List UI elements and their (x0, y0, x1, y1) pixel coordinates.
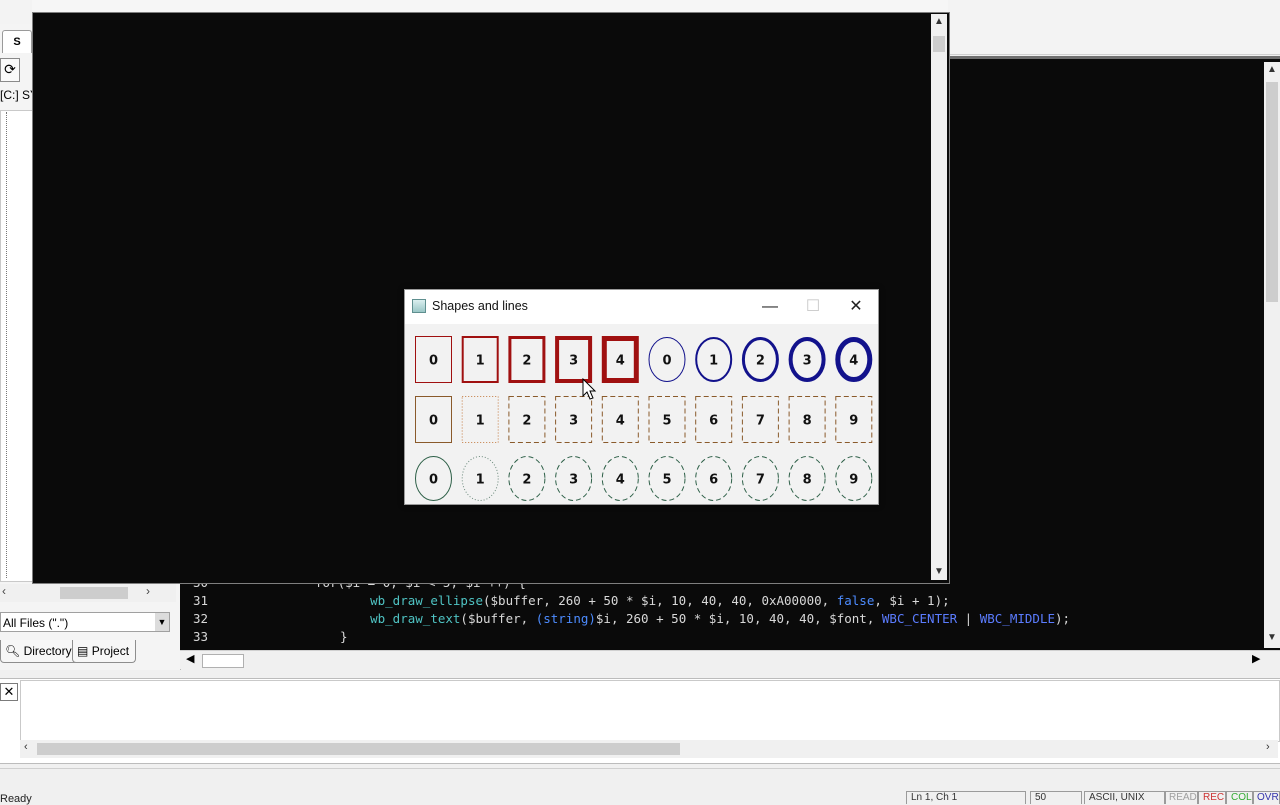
tree-guide-line (6, 112, 7, 578)
shape-number-label: 4 (616, 354, 625, 369)
shape-number-label: 9 (849, 473, 858, 488)
shape-number-label: 7 (756, 414, 765, 429)
shape-number-label: 0 (662, 354, 671, 369)
status-column-count: 50 (1030, 791, 1082, 804)
mouse-cursor-icon (582, 378, 597, 400)
status-read: READ (1164, 791, 1198, 804)
runtime-vertical-scrollbar[interactable]: ▲ ▼ (931, 14, 947, 580)
line-number: 32 (192, 611, 208, 626)
code-line[interactable]: 31 wb_draw_ellipse($buffer, 260 + 50 * $… (180, 592, 1260, 610)
scroll-right-icon[interactable]: › (146, 584, 150, 598)
close-icon[interactable]: ✕ (0, 683, 18, 701)
code-text: wb_draw_text($buffer, (string)$i, 260 + … (370, 611, 1071, 626)
shape-number-label: 1 (476, 473, 485, 488)
dashed-ellipse-row: 0 1 2 3 4 5 6 7 8 9 (415, 456, 873, 501)
code-text: } (340, 629, 348, 644)
shape-number-label: 7 (756, 473, 765, 488)
scroll-left-icon[interactable]: ◀ (186, 652, 194, 665)
status-bar: Ready Ln 1, Ch 1 50 ASCII, UNIX READ REC… (0, 768, 1280, 805)
scroll-left-icon[interactable]: ‹ (2, 584, 6, 598)
scroll-thumb[interactable] (1266, 82, 1278, 302)
shape-number-label: 6 (709, 414, 718, 429)
close-button[interactable]: ✕ (834, 290, 878, 324)
scroll-down-icon[interactable]: ▼ (1267, 632, 1277, 643)
file-filter-select[interactable]: All Files (".") ▼ (0, 612, 170, 632)
shape-number-label: 8 (803, 414, 812, 429)
shape-number-label: 1 (476, 414, 485, 429)
file-filter-value: All Files (".") (3, 616, 69, 630)
output-console[interactable] (20, 680, 1280, 742)
minimize-button[interactable]: — (748, 290, 792, 324)
shape-number-label: 5 (662, 414, 671, 429)
editor-horizontal-scrollbar[interactable]: ◀ ▶ (180, 650, 1280, 669)
scroll-thumb[interactable] (933, 36, 945, 52)
shape-number-label: 2 (522, 473, 531, 488)
scroll-thumb[interactable] (60, 587, 128, 599)
tab-directory[interactable]: 🔍︎ Directory (0, 640, 79, 663)
status-text: Ready (0, 793, 32, 805)
scroll-thumb[interactable] (202, 654, 244, 668)
shape-number-label: 4 (616, 414, 625, 429)
code-line[interactable]: 33} (180, 628, 1260, 646)
refresh-icon[interactable]: ⟳ (0, 58, 20, 82)
status-encoding: ASCII, UNIX (1084, 791, 1166, 804)
shape-number-label: 3 (569, 414, 578, 429)
line-number: 31 (192, 593, 208, 608)
dashed-rect-row: 0 1 2 3 4 5 6 7 8 9 (415, 396, 873, 443)
shape-number-label: 4 (616, 473, 625, 488)
scroll-up-icon[interactable]: ▲ (1267, 64, 1277, 75)
shape-number-label: 2 (756, 354, 765, 369)
maximize-button[interactable]: ☐ (791, 290, 835, 324)
shape-number-label: 0 (429, 473, 438, 488)
shape-number-label: 3 (569, 354, 578, 369)
status-cursor-position: Ln 1, Ch 1 (906, 791, 1026, 804)
code-text: wb_draw_ellipse($buffer, 260 + 50 * $i, … (370, 593, 950, 608)
shape-number-label: 0 (429, 354, 438, 369)
search-folder-icon: 🔍︎ (5, 644, 21, 658)
shapes-drawing: 0 1 2 3 4 0 1 2 3 4 0 1 2 3 4 5 6 7 8 9 0 1 2 3 4 5 6 7 8 9 (415, 336, 873, 501)
shape-number-label: 4 (849, 354, 858, 369)
panel-bottom-tabs: 🔍︎ Directory ▤ Project (0, 640, 180, 666)
solid-shapes-row: 0 1 2 3 4 0 1 2 3 4 (415, 336, 873, 383)
app-icon (412, 299, 426, 313)
shape-number-label: 1 (476, 354, 485, 369)
shape-number-label: 2 (522, 354, 531, 369)
tab-project-label: Project (91, 644, 130, 658)
tree-horizontal-scrollbar[interactable]: ‹ › (0, 584, 176, 602)
chevron-down-icon[interactable]: ▼ (155, 613, 169, 631)
shape-number-label: 0 (429, 414, 438, 429)
editor-vertical-scrollbar[interactable]: ▲ ▼ (1264, 62, 1280, 648)
status-rec: REC (1198, 791, 1226, 804)
status-col: COL (1226, 791, 1254, 804)
shape-number-label: 5 (662, 473, 671, 488)
scroll-right-icon[interactable]: ▶ (1252, 652, 1260, 665)
tab-directory-label: Directory (23, 644, 72, 658)
project-icon: ▤ (77, 644, 89, 658)
line-number: 33 (192, 629, 208, 644)
scroll-up-icon[interactable]: ▲ (934, 16, 944, 27)
scroll-right-icon[interactable]: › (1266, 741, 1270, 753)
shape-number-label: 3 (803, 354, 812, 369)
shape-number-label: 1 (709, 354, 718, 369)
window-titlebar[interactable]: Shapes and lines — ☐ ✕ (405, 290, 878, 324)
runtime-window-titlebar (32, 0, 948, 12)
tab-s[interactable]: S (2, 30, 32, 53)
code-line[interactable]: 32 wb_draw_text($buffer, (string)$i, 260… (180, 610, 1260, 628)
output-horizontal-scrollbar[interactable]: ‹ › (20, 740, 1278, 758)
tab-project[interactable]: ▤ Project (72, 640, 137, 663)
shape-number-label: 2 (522, 414, 531, 429)
shape-number-label: 6 (709, 473, 718, 488)
scroll-down-icon[interactable]: ▼ (934, 566, 944, 577)
shape-number-label: 8 (803, 473, 812, 488)
scroll-thumb[interactable] (37, 743, 680, 755)
status-ovr: OVR (1252, 791, 1280, 804)
window-title: Shapes and lines (432, 299, 528, 313)
drawing-canvas: 0 1 2 3 4 0 1 2 3 4 0 1 2 3 4 5 6 7 8 9 0 1 2 3 4 5 6 7 8 9 (405, 324, 878, 504)
scroll-left-icon[interactable]: ‹ (24, 741, 28, 753)
shape-number-label: 9 (849, 414, 858, 429)
shapes-and-lines-window: Shapes and lines — ☐ ✕ 0 1 2 3 4 0 1 2 3 4 0 1 2 3 4 5 6… (404, 289, 879, 505)
shape-number-label: 3 (569, 473, 578, 488)
